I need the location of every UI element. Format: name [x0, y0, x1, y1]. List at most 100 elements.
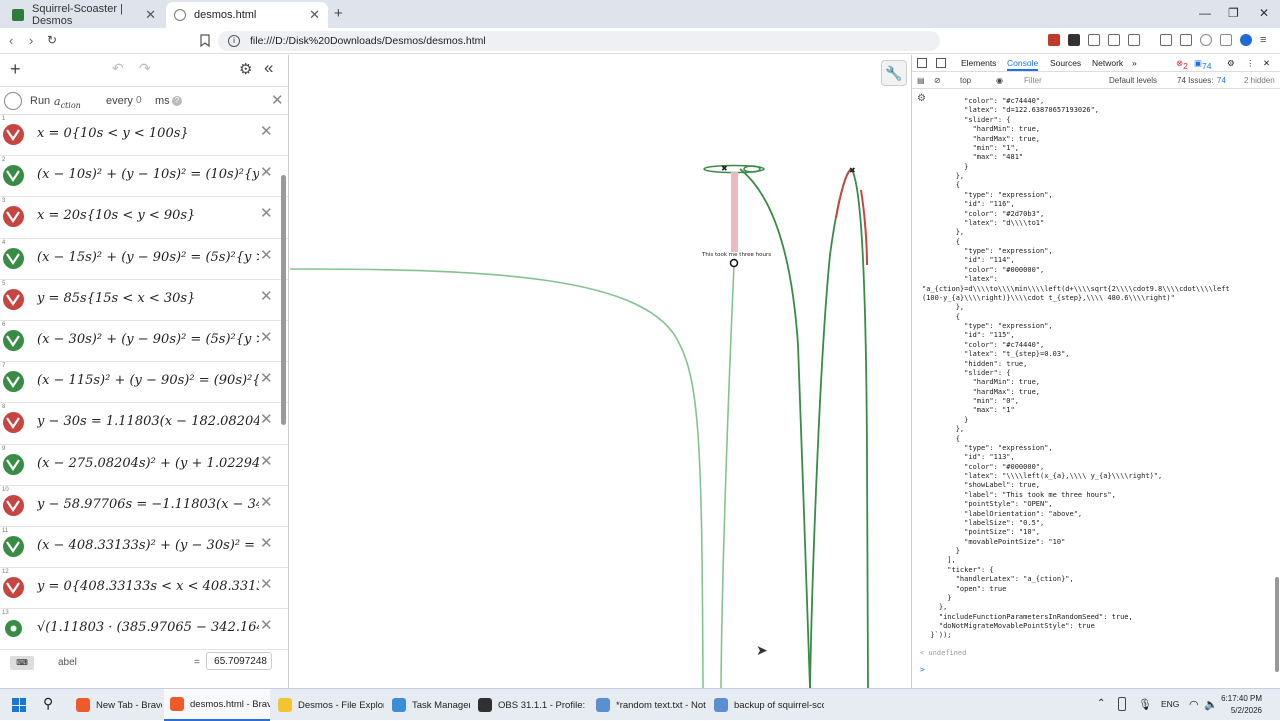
expression-list-scrollbar[interactable]: [281, 175, 286, 425]
sidebar-icon[interactable]: [1160, 34, 1172, 46]
menu-icon[interactable]: ≡: [1260, 34, 1272, 46]
expression-row[interactable]: 3 x = 20s{10s < y < 90s} ✕: [0, 197, 288, 239]
expression-math[interactable]: y = 85s{15s < x < 30s}: [37, 291, 259, 306]
wifi-icon[interactable]: ◠: [1189, 698, 1199, 711]
expression-math[interactable]: (x − 10s)² + (y − 10s)² = (10s)²{y: [37, 167, 259, 182]
undo-icon[interactable]: ↶: [112, 60, 124, 77]
delete-expression-icon[interactable]: ✕: [260, 204, 273, 222]
camera-icon[interactable]: [1088, 34, 1100, 46]
expression-row[interactable]: 1 x = 0{10s < y < 100s} ✕: [0, 115, 288, 157]
redo-icon[interactable]: ↷: [139, 60, 151, 77]
graph-toggle-icon[interactable]: [3, 535, 24, 557]
forward-icon[interactable]: ›: [29, 33, 33, 48]
expression-math[interactable]: x = 20s{10s < y < 90s}: [37, 208, 259, 223]
close-ticker-icon[interactable]: ✕: [271, 91, 284, 109]
language-indicator[interactable]: ENG: [1161, 699, 1179, 709]
new-tab-button[interactable]: +: [334, 5, 343, 22]
expression-math[interactable]: (x − 15s)² + (y − 90s)² = (5s)²{y >: [37, 250, 259, 265]
expression-row[interactable]: 9 (x − 275.08204s)² + (y + 1.02294s)² ✕: [0, 445, 288, 486]
expression-row[interactable]: 7 (x − 115s)² + (y − 90s)² = (90s)²{✕: [0, 362, 288, 404]
console-scrollbar[interactable]: [1275, 577, 1279, 672]
expression-row[interactable]: 11 (x − 408.33133s)² + (y − 30s)² = (3 ✕: [0, 527, 288, 569]
eye-icon[interactable]: ◉: [996, 76, 1003, 85]
delete-expression-icon[interactable]: ✕: [260, 287, 273, 305]
delete-expression-icon[interactable]: ✕: [260, 616, 273, 634]
expression-math[interactable]: √(1.11803 · (385.97065 − 342.1640: [37, 620, 259, 635]
tab-sources[interactable]: Sources: [1050, 58, 1081, 68]
info-icon[interactable]: i: [228, 35, 240, 47]
expression-math[interactable]: (x − 30s)² + (y − 90s)² = (5s)²{y >: [37, 332, 259, 347]
expression-row[interactable]: 5 y = 85s{15s < x < 30s} ✕: [0, 280, 288, 321]
expression-row[interactable]: 13 √(1.11803 · (385.97065 − 342.1640 ✕: [0, 609, 288, 651]
minimize-button[interactable]: —: [1199, 6, 1211, 20]
issues-label[interactable]: 74 Issues:: [1177, 76, 1213, 85]
settings-gear-icon[interactable]: ⚙: [239, 60, 252, 78]
leo-icon[interactable]: [1200, 34, 1212, 46]
address-bar[interactable]: i file:///D:/Disk%20Downloads/Desmos/des…: [218, 31, 940, 51]
devtools-close-icon[interactable]: ✕: [1263, 58, 1270, 69]
delete-expression-icon[interactable]: ✕: [260, 534, 273, 552]
close-tab-icon[interactable]: ✕: [145, 7, 156, 23]
graph-toggle-icon[interactable]: [3, 247, 24, 269]
graph-toggle-icon[interactable]: [3, 371, 24, 393]
expression-math[interactable]: y − 30s = 1.11803(x − 182.08204s){: [37, 414, 259, 429]
ticker-clock-icon[interactable]: [4, 92, 22, 110]
graph-toggle-icon[interactable]: [3, 494, 24, 516]
tab-desmos-html[interactable]: desmos.html ✕: [166, 2, 328, 28]
taskbar-app-3[interactable]: Desmos - File Explorer: [272, 689, 384, 721]
tab-squirrel-scoaster[interactable]: Squirrel-Scoaster | Desmos ✕: [4, 2, 164, 28]
close-window-button[interactable]: ✕: [1259, 6, 1269, 20]
filter-input[interactable]: Filter: [1024, 76, 1042, 85]
clock[interactable]: 6:17:40 PM 5/2/2026: [1206, 693, 1262, 717]
usb-icon[interactable]: [1118, 697, 1126, 711]
bookmark-icon[interactable]: [200, 34, 210, 47]
expression-math[interactable]: y − 58.97706s = −1.11803(x − 342.1: [37, 497, 259, 512]
maximize-button[interactable]: ❐: [1228, 6, 1239, 20]
taskbar-app-4[interactable]: Task Manager: [386, 689, 470, 721]
taskbar-app-1[interactable]: New Tab - Brave: [70, 689, 162, 721]
tray-chevron-icon[interactable]: ⌃: [1097, 698, 1105, 709]
extensions-puzzle-icon[interactable]: [1108, 34, 1120, 46]
taskbar-app-6[interactable]: *random text.txt - Note: [590, 689, 706, 721]
expression-row[interactable]: 2 (x − 10s)² + (y − 10s)² = (10s)²{y ✕: [0, 156, 288, 198]
graph-toggle-icon[interactable]: [3, 453, 24, 475]
point-style-icon[interactable]: [5, 620, 22, 638]
issues-count[interactable]: 74: [1217, 76, 1226, 85]
graph-toggle-icon[interactable]: [3, 124, 24, 145]
graph-toggle-icon[interactable]: [3, 577, 24, 599]
add-item-button[interactable]: +: [10, 59, 21, 80]
extension-icon[interactable]: [1068, 34, 1080, 46]
devtools-settings-icon[interactable]: ⚙: [1227, 58, 1235, 69]
levels-dropdown[interactable]: Default levels: [1109, 76, 1157, 85]
graph-toggle-icon[interactable]: [3, 206, 24, 228]
delete-expression-icon[interactable]: ✕: [260, 575, 273, 593]
ticker-handler-input[interactable]: action: [54, 95, 81, 110]
help-icon[interactable]: ?: [172, 96, 182, 106]
inspect-icon[interactable]: [917, 58, 927, 68]
device-toolbar-icon[interactable]: [936, 58, 946, 68]
expression-math[interactable]: y = 0{408.33133s < x < 408.33133s +: [37, 579, 259, 594]
devtools-menu-icon[interactable]: ⋮: [1246, 58, 1255, 69]
brave-shields-icon[interactable]: [1048, 34, 1060, 46]
delete-expression-icon[interactable]: ✕: [260, 163, 273, 181]
tab-network[interactable]: Network: [1092, 58, 1123, 68]
microphone-icon[interactable]: 🎙: [1138, 698, 1152, 711]
delete-expression-icon[interactable]: ✕: [260, 122, 273, 140]
graph-toggle-icon[interactable]: [3, 165, 24, 187]
graph-toggle-icon[interactable]: [3, 412, 24, 434]
expression-row[interactable]: 8 y − 30s = 1.11803(x − 182.08204s){✕: [0, 403, 288, 445]
expression-row[interactable]: 6 (x − 30s)² + (y − 90s)² = (5s)²{y > ✕: [0, 321, 288, 363]
taskbar-app-5[interactable]: OBS 31.1.1 - Profile: NVIE: [472, 689, 588, 721]
more-tabs-icon[interactable]: »: [1132, 58, 1137, 68]
expression-row[interactable]: 12 y = 0{408.33133s < x < 408.33133s +✕: [0, 568, 288, 610]
expression-math[interactable]: (x − 115s)² + (y − 90s)² = (90s)²{: [37, 373, 259, 388]
graph-toggle-icon[interactable]: [3, 329, 24, 351]
expression-row[interactable]: 10 y − 58.97706s = −1.11803(x − 342.1✕: [0, 486, 288, 527]
slider-value-input[interactable]: 65.7097248: [206, 652, 272, 671]
tab-elements[interactable]: Elements: [961, 58, 996, 68]
expression-math[interactable]: (x − 275.08204s)² + (y + 1.02294s)²: [37, 456, 259, 471]
wallet-icon[interactable]: [1180, 34, 1192, 46]
collapse-list-icon[interactable]: «: [264, 58, 273, 78]
back-icon[interactable]: ‹: [9, 33, 13, 48]
sidebar-toggle-icon[interactable]: ▤: [917, 76, 925, 85]
